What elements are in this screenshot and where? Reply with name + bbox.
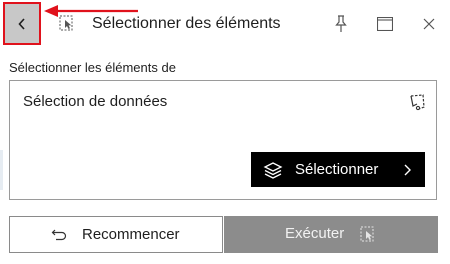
close-button[interactable] xyxy=(418,13,440,35)
chevron-left-icon xyxy=(18,17,25,30)
run-button[interactable]: Exécuter xyxy=(224,216,438,253)
maximize-icon xyxy=(377,17,393,31)
select-elements-icon xyxy=(59,15,73,31)
select-elements-icon xyxy=(360,226,374,242)
selection-text: Sélection de données xyxy=(23,93,168,110)
selection-box: Sélection de données Sélectionner xyxy=(9,80,437,200)
left-edge-divider xyxy=(0,150,3,190)
chevron-right-icon xyxy=(404,164,411,176)
undo-icon xyxy=(51,229,67,241)
run-button-label: Exécuter xyxy=(285,225,345,242)
panel-header: Sélectionner des éléments xyxy=(0,0,450,48)
maximize-button[interactable] xyxy=(374,13,396,35)
select-button-label: Sélectionner xyxy=(295,161,379,178)
reset-button-label: Recommencer xyxy=(82,226,180,243)
pin-icon xyxy=(335,15,347,32)
pin-button[interactable] xyxy=(330,13,352,35)
select-elements-panel: Sélectionner des éléments Sélectionner l… xyxy=(0,0,450,264)
layers-icon xyxy=(263,162,283,179)
lasso-icon[interactable] xyxy=(407,92,427,112)
panel-title: Sélectionner des éléments xyxy=(92,15,281,32)
section-label: Sélectionner les éléments de xyxy=(9,60,176,75)
select-button[interactable]: Sélectionner xyxy=(251,152,425,187)
reset-button[interactable]: Recommencer xyxy=(9,216,223,253)
close-icon xyxy=(423,18,435,30)
back-button[interactable] xyxy=(3,2,41,45)
